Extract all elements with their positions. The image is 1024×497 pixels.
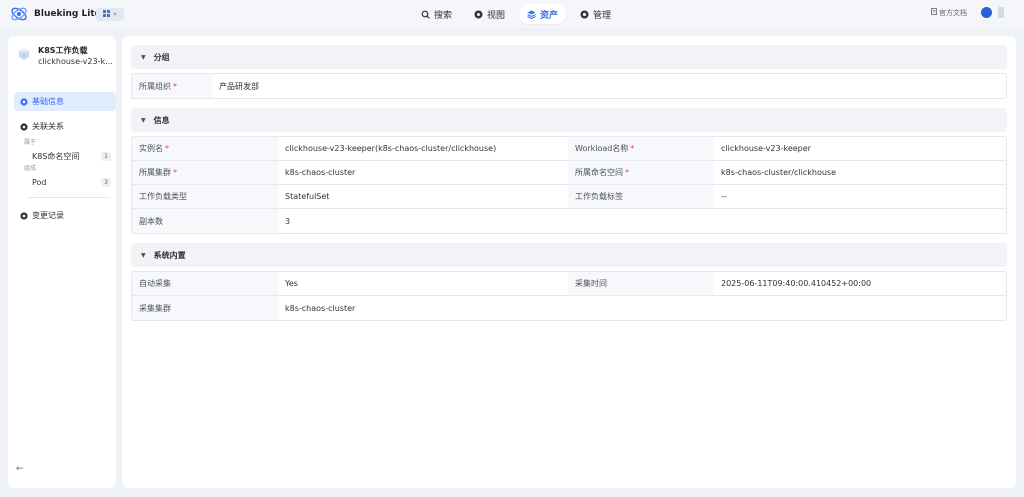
- field-row: 实例名 * clickhouse-v23-keeper(k8s-chaos-clu…: [132, 137, 1006, 161]
- top-bar: Blueking Lite ▾ 搜索 视图 资产 管理 官方文档: [0, 0, 1024, 28]
- section-title: 分组: [153, 52, 170, 62]
- instance-header: K8S工作负载 clickhouse-v23-k...: [18, 45, 113, 68]
- top-right: 官方文档: [931, 7, 1004, 18]
- field-label: 自动采集: [132, 272, 278, 295]
- nav-search-label: 搜索: [434, 10, 453, 21]
- field-row: 工作负载类型 StatefulSet 工作负载标签 --: [132, 185, 1006, 209]
- search-icon: [421, 10, 430, 19]
- relation-item-label: K8S命名空间: [32, 151, 80, 161]
- relation-item-pod[interactable]: Pod 3: [14, 174, 116, 190]
- field-value: --: [721, 192, 727, 201]
- side-menu: 基础信息 关联关系 属于 K8S命名空间 1 组成 Pod 3 变更记录: [14, 92, 116, 231]
- field-row: 采集集群 k8s-chaos-cluster: [132, 296, 1006, 320]
- chevron-down-icon: ▾: [113, 11, 117, 18]
- relation-group-label: 组成: [24, 165, 37, 172]
- group-fields: 所属组织 * 产品研发部: [131, 73, 1007, 99]
- field-label: 实例名 *: [132, 137, 278, 160]
- sidebar-item-change-history[interactable]: 变更记录: [14, 206, 116, 225]
- cube-icon: [18, 48, 30, 60]
- avatar[interactable]: [981, 7, 992, 18]
- field-row: 所属组织 * 产品研发部: [132, 74, 1006, 98]
- info-icon: [20, 97, 28, 106]
- field-value: 3: [285, 216, 291, 226]
- field-value: StatefulSet: [285, 192, 330, 201]
- field-label: 所属组织 *: [132, 74, 212, 98]
- relation-group-label: 属于: [24, 139, 37, 146]
- sidebar-item-label: 变更记录: [32, 211, 64, 220]
- official-docs-label: 官方文档: [939, 8, 967, 17]
- grid-icon: [103, 10, 111, 19]
- field-label: 所属命名空间 *: [568, 161, 714, 184]
- field-label: Workload名称 *: [568, 137, 714, 160]
- field-label: 副本数: [132, 209, 278, 233]
- instance-name: clickhouse-v23-k...: [38, 57, 113, 66]
- nav-assets-label: 资产: [540, 10, 559, 21]
- field-label: 采集集群: [132, 296, 278, 320]
- arrow-left-icon[interactable]: ←: [16, 464, 24, 474]
- caret-down-icon: ▼: [141, 251, 146, 259]
- field-value: clickhouse-v23-keeper: [721, 144, 811, 153]
- section-header-system[interactable]: ▼ 系统内置: [131, 243, 1007, 267]
- view-icon: [474, 10, 483, 19]
- brand[interactable]: Blueking Lite: [10, 5, 101, 23]
- field-label: 采集时间: [568, 272, 714, 295]
- section-header-info[interactable]: ▼ 信息: [131, 108, 1007, 132]
- nav-manage-label: 管理: [593, 10, 612, 21]
- field-value: 2025-06-11T09:40:00.410452+00:00: [721, 279, 872, 288]
- field-row: 自动采集 Yes 采集时间 2025-06-11T09:40:00.410452…: [132, 272, 1006, 296]
- sidebar-item-label: 关联关系: [32, 122, 64, 131]
- field-value: k8s-chaos-cluster: [285, 168, 356, 177]
- field-value: k8s-chaos-cluster/clickhouse: [721, 168, 836, 177]
- field-value: clickhouse-v23-keeper(k8s-chaos-cluster/…: [285, 144, 497, 153]
- instance-model-title: K8S工作负载: [38, 46, 88, 55]
- nav-manage[interactable]: 管理: [572, 4, 619, 24]
- nav-search[interactable]: 搜索: [413, 4, 460, 24]
- app-switch-button[interactable]: ▾: [96, 8, 124, 21]
- field-value: 产品研发部: [219, 81, 259, 91]
- sidebar-item-basic-info[interactable]: 基础信息: [14, 92, 116, 111]
- field-row: 所属集群 * k8s-chaos-cluster 所属命名空间 * k8s-chao…: [132, 161, 1006, 185]
- field-row: 副本数 3: [132, 209, 1006, 233]
- caret-down-icon: ▼: [141, 116, 146, 124]
- relation-item-k8s-namespace[interactable]: K8S命名空间 1: [14, 148, 116, 164]
- detail-sidebar: K8S工作负载 clickhouse-v23-k... 基础信息 关联关系 属于…: [8, 36, 116, 488]
- official-docs-link[interactable]: 官方文档: [931, 8, 967, 18]
- relation-count-badge: 1: [101, 151, 111, 161]
- history-icon: [20, 211, 28, 220]
- user-menu-toggle[interactable]: [998, 7, 1004, 18]
- nav-view-label: 视图: [487, 10, 506, 21]
- caret-down-icon: ▼: [141, 53, 146, 61]
- info-fields: 实例名 * clickhouse-v23-keeper(k8s-chaos-clu…: [131, 136, 1007, 234]
- system-fields: 自动采集 Yes 采集时间 2025-06-11T09:40:00.410452…: [131, 271, 1007, 321]
- layers-icon: [527, 10, 536, 19]
- sidebar-item-label: 基础信息: [32, 97, 64, 106]
- field-value: Yes: [285, 279, 298, 288]
- sidebar-item-relations[interactable]: 关联关系: [14, 117, 116, 136]
- manage-icon: [580, 10, 589, 19]
- section-title: 系统内置: [153, 250, 186, 260]
- nav-view[interactable]: 视图: [466, 4, 513, 24]
- field-label: 工作负载类型: [132, 185, 278, 208]
- field-label: 工作负载标签: [568, 185, 714, 208]
- relation-item-label: Pod: [32, 177, 47, 187]
- document-icon: [931, 8, 937, 17]
- detail-main: ▼ 分组 所属组织 * 产品研发部 ▼ 信息 实例名 * clickhouse-v2…: [122, 36, 1016, 488]
- field-label: 所属集群 *: [132, 161, 278, 184]
- field-value: k8s-chaos-cluster: [285, 303, 356, 313]
- sidebar-divider: [28, 197, 110, 198]
- section-title: 信息: [153, 115, 170, 125]
- relation-icon: [20, 122, 28, 131]
- relation-count-badge: 3: [101, 177, 111, 187]
- brand-name: Blueking Lite: [34, 9, 101, 19]
- blueking-logo-icon: [10, 5, 28, 23]
- main-nav: 搜索 视图 资产 管理: [413, 4, 619, 24]
- nav-assets[interactable]: 资产: [519, 4, 567, 24]
- section-header-group[interactable]: ▼ 分组: [131, 45, 1007, 69]
